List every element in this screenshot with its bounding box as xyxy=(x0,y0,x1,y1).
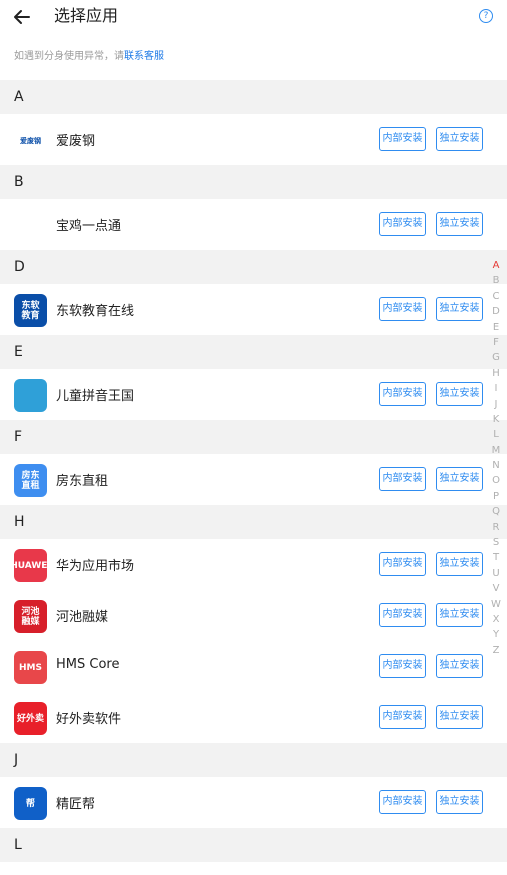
app-row: 帮精匠帮 内部安装 独立安装 xyxy=(0,777,507,828)
section-header-e: E xyxy=(0,335,507,369)
index-letter-j[interactable]: J xyxy=(490,397,502,412)
app-icon: 帮 xyxy=(14,787,47,820)
app-row: 河池 融媒 河池融媒 内部安装 独立安装 xyxy=(0,590,507,641)
app-name: 房东直租 xyxy=(56,474,109,489)
back-arrow-icon[interactable] xyxy=(12,7,32,27)
internal-install-button[interactable]: 内部安装 xyxy=(379,127,426,151)
internal-install-button[interactable]: 内部安装 xyxy=(379,790,426,814)
app-icon: HUAWEI xyxy=(10,549,51,582)
section-header-l: L xyxy=(0,828,507,862)
standalone-install-button[interactable]: 独立安装 xyxy=(436,382,483,406)
standalone-install-button[interactable]: 独立安装 xyxy=(436,654,483,678)
index-letter-s[interactable]: S xyxy=(490,535,502,550)
app-icon: 房东 直租 xyxy=(14,464,47,497)
header: 选择应用 ? xyxy=(0,0,507,34)
index-letter-i[interactable]: I xyxy=(490,381,502,396)
internal-install-button[interactable]: 内部安装 xyxy=(379,382,426,406)
index-letter-y[interactable]: Y xyxy=(490,627,502,642)
standalone-install-button[interactable]: 独立安装 xyxy=(436,297,483,321)
app-row: 儿童拼音王国 内部安装 独立安装 xyxy=(0,369,507,420)
internal-install-button[interactable]: 内部安装 xyxy=(379,552,426,576)
standalone-install-button[interactable]: 独立安装 xyxy=(436,603,483,627)
app-icon: 东软 教育 xyxy=(14,294,47,327)
app-name: 东软教育在线 xyxy=(56,304,135,319)
app-list: A 爱废钢 爱废钢 内部安装 独立安装 B 宝鸡一点通 内部安装 独立安装 D 东软 教育 东软教育在… xyxy=(0,80,507,862)
app-name: 好外卖软件 xyxy=(56,712,122,727)
section-header-j: J xyxy=(0,743,507,777)
index-letter-m[interactable]: M xyxy=(490,443,502,458)
index-letter-r[interactable]: R xyxy=(490,520,502,535)
app-icon: HMS xyxy=(14,651,47,684)
index-letter-k[interactable]: K xyxy=(490,412,502,427)
index-letter-w[interactable]: W xyxy=(490,597,502,612)
app-name: HMS Core xyxy=(56,657,120,672)
index-letter-n[interactable]: N xyxy=(490,458,502,473)
hint-message: 如遇到分身使用异常，请 xyxy=(14,51,124,62)
app-row: 好外卖 好外卖软件 内部安装 独立安装 xyxy=(0,692,507,743)
index-letter-u[interactable]: U xyxy=(490,566,502,581)
internal-install-button[interactable]: 内部安装 xyxy=(379,705,426,729)
index-letter-x[interactable]: X xyxy=(490,612,502,627)
app-icon: 河池 融媒 xyxy=(14,600,47,633)
index-letter-l[interactable]: L xyxy=(490,427,502,442)
index-letter-b[interactable]: B xyxy=(490,273,502,288)
app-icon: 好外卖 xyxy=(14,702,47,735)
hint-text: 如遇到分身使用异常，请联系客服 xyxy=(0,34,507,80)
app-name: 华为应用市场 xyxy=(56,559,135,574)
app-name: 精匠帮 xyxy=(56,797,96,812)
index-letter-d[interactable]: D xyxy=(490,304,502,319)
alphabet-index[interactable]: ABCDEFGHIJKLMNOPQRSTUVWXYZ xyxy=(490,258,502,658)
standalone-install-button[interactable]: 独立安装 xyxy=(436,705,483,729)
internal-install-button[interactable]: 内部安装 xyxy=(379,212,426,236)
section-header-a: A xyxy=(0,80,507,114)
index-letter-q[interactable]: Q xyxy=(490,504,502,519)
app-name: 宝鸡一点通 xyxy=(56,219,122,234)
index-letter-t[interactable]: T xyxy=(490,550,502,565)
app-name: 河池融媒 xyxy=(56,610,109,625)
standalone-install-button[interactable]: 独立安装 xyxy=(436,127,483,151)
app-icon xyxy=(14,379,47,412)
index-letter-c[interactable]: C xyxy=(490,289,502,304)
internal-install-button[interactable]: 内部安装 xyxy=(379,467,426,491)
help-icon[interactable]: ? xyxy=(479,9,493,23)
app-row: HMS HMS Core 内部安装 独立安装 xyxy=(0,641,507,692)
app-name: 爱废钢 xyxy=(56,134,96,149)
contact-support-link[interactable]: 联系客服 xyxy=(124,51,164,62)
standalone-install-button[interactable]: 独立安装 xyxy=(436,552,483,576)
internal-install-button[interactable]: 内部安装 xyxy=(379,297,426,321)
index-letter-g[interactable]: G xyxy=(490,350,502,365)
internal-install-button[interactable]: 内部安装 xyxy=(379,654,426,678)
section-header-f: F xyxy=(0,420,507,454)
index-letter-o[interactable]: O xyxy=(490,473,502,488)
standalone-install-button[interactable]: 独立安装 xyxy=(436,467,483,491)
standalone-install-button[interactable]: 独立安装 xyxy=(436,790,483,814)
standalone-install-button[interactable]: 独立安装 xyxy=(436,212,483,236)
index-letter-a[interactable]: A xyxy=(490,258,502,273)
app-row: 房东 直租 房东直租 内部安装 独立安装 xyxy=(0,454,507,505)
index-letter-p[interactable]: P xyxy=(490,489,502,504)
app-row: 东软 教育 东软教育在线 内部安装 独立安装 xyxy=(0,284,507,335)
app-icon: 爱废钢 xyxy=(14,124,47,157)
index-letter-f[interactable]: F xyxy=(490,335,502,350)
section-header-d: D xyxy=(0,250,507,284)
app-row: 爱废钢 爱废钢 内部安装 独立安装 xyxy=(0,114,507,165)
app-row: 宝鸡一点通 内部安装 独立安装 xyxy=(0,199,507,250)
section-header-h: H xyxy=(0,505,507,539)
index-letter-e[interactable]: E xyxy=(490,320,502,335)
page-title: 选择应用 xyxy=(54,6,119,25)
app-name: 儿童拼音王国 xyxy=(56,389,135,404)
index-letter-v[interactable]: V xyxy=(490,581,502,596)
app-row: HUAWEI 华为应用市场 内部安装 独立安装 xyxy=(0,539,507,590)
index-letter-z[interactable]: Z xyxy=(490,643,502,658)
internal-install-button[interactable]: 内部安装 xyxy=(379,603,426,627)
index-letter-h[interactable]: H xyxy=(490,366,502,381)
app-icon xyxy=(14,209,47,242)
section-header-b: B xyxy=(0,165,507,199)
